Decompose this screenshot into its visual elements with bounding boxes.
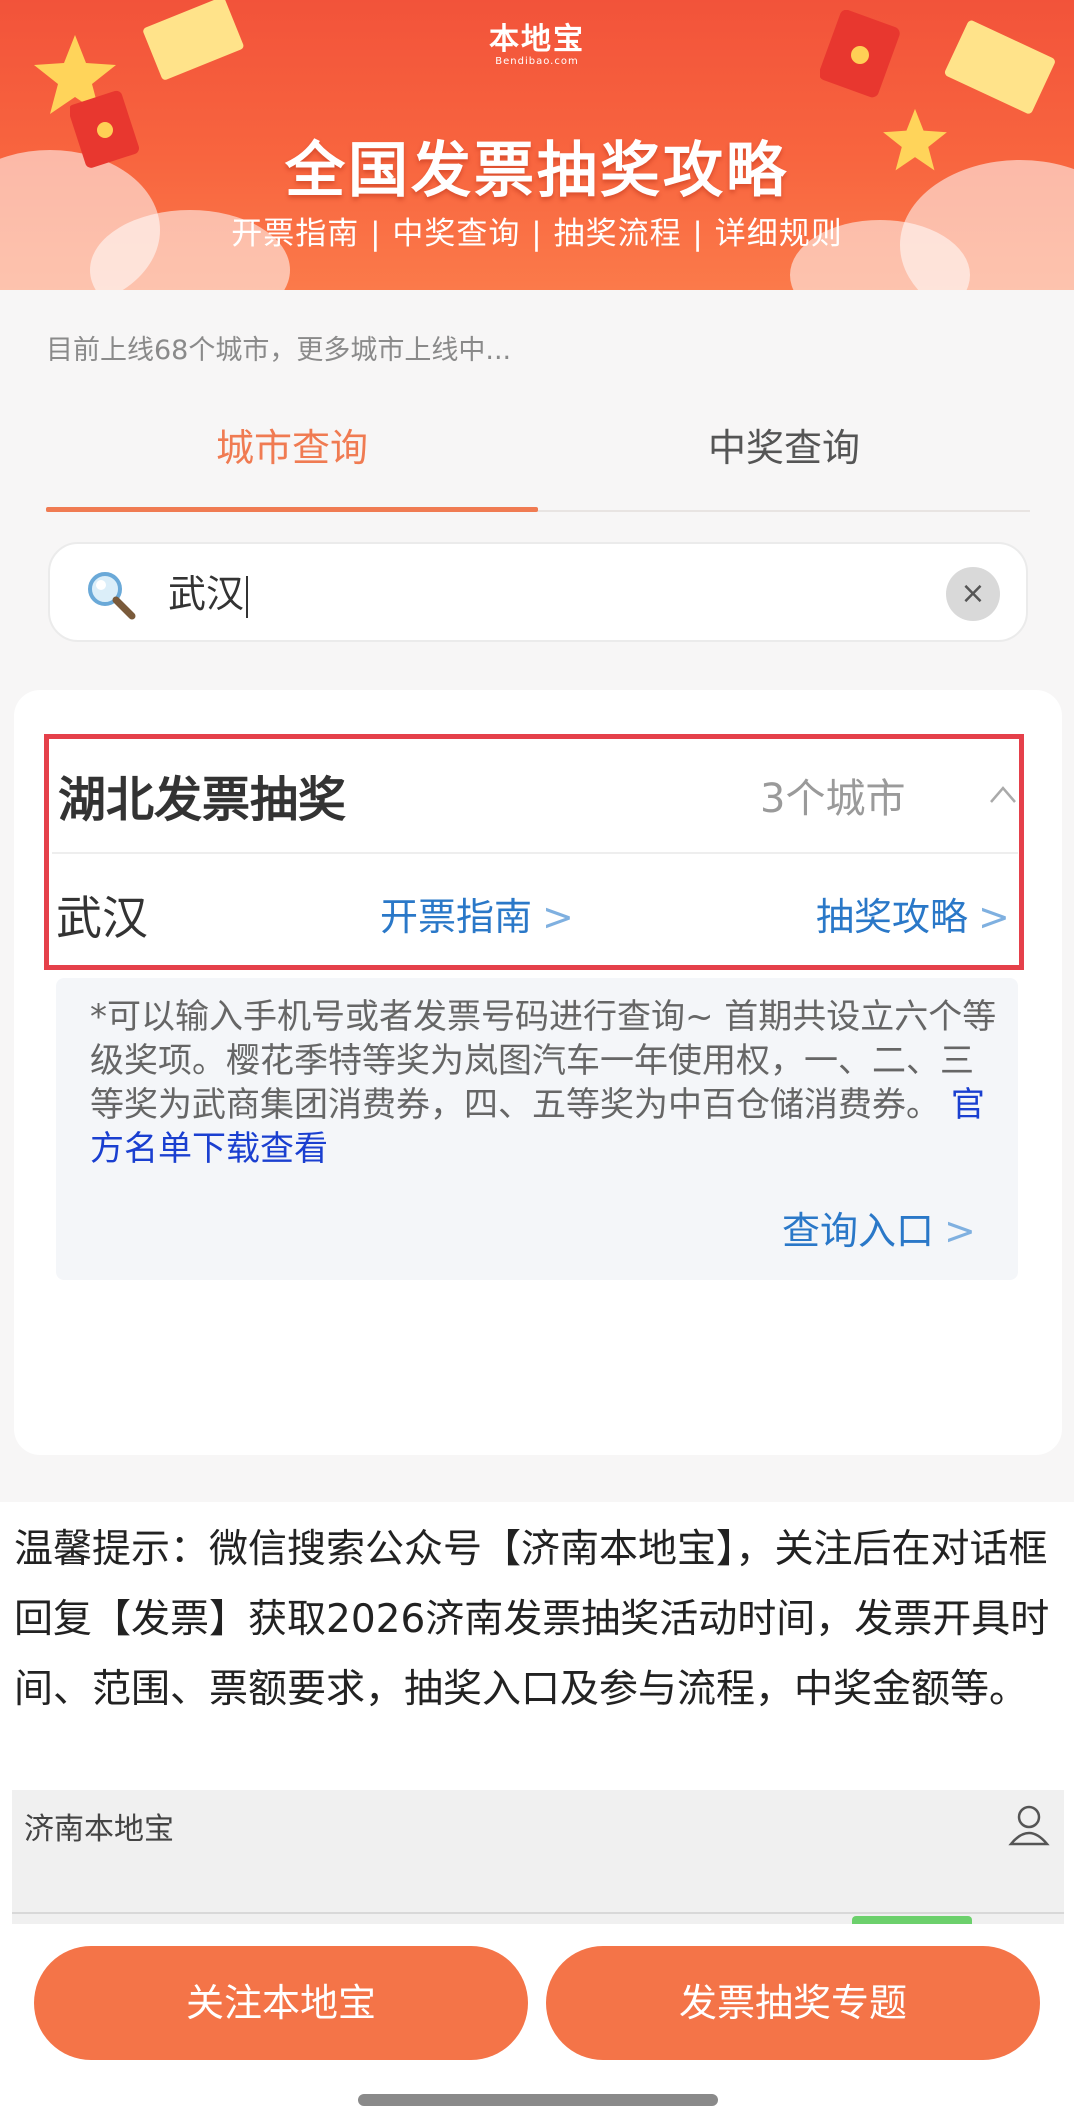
clear-search-button[interactable]: × bbox=[946, 567, 1000, 621]
lottery-guide-label: 抽奖攻略 bbox=[816, 895, 969, 939]
search-icon bbox=[88, 572, 136, 620]
notice-text: 目前上线68个城市，更多城市上线中... bbox=[46, 335, 512, 366]
search-value-text: 武汉 bbox=[168, 572, 245, 616]
banner-subtitle: 开票指南 | 中奖查询 | 抽奖流程 | 详细规则 bbox=[231, 216, 843, 252]
tip-text: 温馨提示：微信搜索公众号【济南本地宝】，关注后在对话框回复【发票】获取2026济… bbox=[14, 1527, 1050, 1712]
logo-subtext: Bendibao.com bbox=[495, 56, 579, 67]
info-description: *可以输入手机号或者发票号码进行查询~ 首期共设立六个等级奖项。樱花季特等奖为岚… bbox=[90, 997, 997, 1125]
follow-bendibao-button[interactable]: 关注本地宝 bbox=[34, 1946, 528, 2060]
search-value: 武汉 bbox=[168, 570, 249, 618]
logo: 本地宝 Bendibao.com bbox=[0, 14, 1074, 67]
city-name: 武汉 bbox=[56, 891, 148, 945]
lottery-guide-link[interactable]: 抽奖攻略 > bbox=[816, 886, 1010, 941]
tab-prize-query[interactable]: 中奖查询 bbox=[538, 418, 1030, 512]
home-indicator[interactable] bbox=[358, 2094, 718, 2106]
info-text: *可以输入手机号或者发票号码进行查询~ 首期共设立六个等级奖项。樱花季特等奖为岚… bbox=[90, 995, 1000, 1171]
query-entry-link[interactable]: 查询入口 > bbox=[782, 1200, 976, 1255]
search-input[interactable]: 武汉 × bbox=[48, 542, 1028, 642]
city-count: 3个城市 bbox=[760, 776, 906, 822]
logo-text: 本地宝 bbox=[489, 22, 585, 57]
province-title[interactable]: 湖北发票抽奖 bbox=[58, 760, 346, 830]
preview-divider bbox=[12, 1912, 1064, 1914]
chevron-up-icon[interactable] bbox=[988, 780, 1018, 810]
preview-green-bubble bbox=[852, 1916, 972, 1924]
banner-title: 全国发票抽奖攻略 bbox=[285, 136, 789, 206]
chevron-right-icon: > bbox=[542, 895, 574, 939]
chevron-right-icon: > bbox=[978, 895, 1010, 939]
preview-title: 济南本地宝 bbox=[24, 1812, 174, 1847]
tab-bar: 城市查询 中奖查询 bbox=[46, 418, 1030, 512]
invoice-guide-link[interactable]: 开票指南 > bbox=[380, 886, 574, 941]
divider bbox=[52, 852, 1018, 854]
person-icon bbox=[1008, 1805, 1050, 1846]
text-caret bbox=[246, 575, 249, 618]
active-tab-indicator bbox=[46, 507, 538, 512]
tab-city-query[interactable]: 城市查询 bbox=[46, 418, 538, 512]
banner: 本地宝 Bendibao.com 全国发票抽奖攻略 开票指南 | 中奖查询 | … bbox=[0, 0, 1074, 290]
wechat-preview-image: 济南本地宝 bbox=[12, 1790, 1064, 1924]
invoice-guide-label: 开票指南 bbox=[380, 895, 533, 939]
chevron-right-icon: > bbox=[944, 1209, 976, 1253]
query-entry-label: 查询入口 bbox=[782, 1209, 935, 1253]
invoice-lottery-topic-button[interactable]: 发票抽奖专题 bbox=[546, 1946, 1040, 2060]
